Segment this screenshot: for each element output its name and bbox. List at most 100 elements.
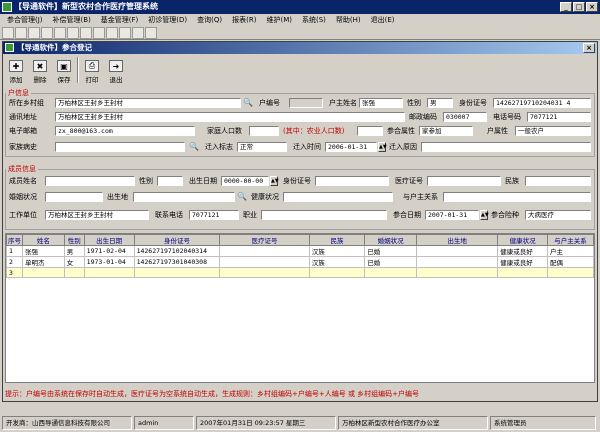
cell-marital[interactable]	[364, 267, 417, 278]
toolbar-icon-3[interactable]	[28, 27, 40, 39]
cell-relation[interactable]: 户主	[547, 245, 594, 257]
cell-name[interactable]: 单明杰	[21, 256, 65, 268]
join-date-field[interactable]: 2007-01-31	[425, 210, 479, 220]
exit-button[interactable]: ➜ 退出	[105, 56, 127, 84]
toolbar-icon-12[interactable]	[145, 27, 157, 39]
delete-button[interactable]: ✖ 删除	[29, 56, 51, 84]
toolbar-icon-1[interactable]	[2, 27, 14, 39]
help-icon[interactable]	[119, 27, 131, 39]
cell-birthplace[interactable]	[415, 245, 499, 257]
cell-sex[interactable]	[63, 267, 85, 278]
family-history-field[interactable]	[55, 142, 185, 152]
tel-field[interactable]: 7077121	[527, 112, 591, 122]
cell-nation[interactable]: 汉族	[308, 245, 366, 257]
menu-item-exit[interactable]: 退出(E)	[366, 14, 400, 26]
cell-health[interactable]: 健康或良好	[497, 256, 549, 268]
zip-field[interactable]: 030007	[443, 112, 487, 122]
join-date-spinner[interactable]: ▲▼	[480, 210, 489, 220]
health-field[interactable]	[283, 192, 393, 202]
cell-health[interactable]: 健康或良好	[497, 245, 549, 257]
village-field[interactable]: 万柏林区王封乡王封村	[55, 98, 241, 108]
work-unit-field[interactable]: 万柏林区王封乡王封村	[45, 210, 149, 220]
birth-spinner[interactable]: ▲▼	[270, 176, 279, 186]
cell-birthplace[interactable]	[415, 267, 499, 278]
cell-med[interactable]	[219, 245, 310, 257]
cell-med[interactable]	[219, 267, 310, 278]
save-button[interactable]: ▣ 保存	[53, 56, 75, 84]
cell-nation[interactable]: 汉族	[308, 256, 366, 268]
cell-marital[interactable]: 已婚	[364, 256, 417, 268]
add-button[interactable]: ✚ 添加	[5, 56, 27, 84]
marital-field[interactable]	[45, 192, 103, 202]
phone-field[interactable]: 7077121	[189, 210, 239, 220]
toolbar-icon-7[interactable]	[80, 27, 92, 39]
cell-birth[interactable]: 1973-01-04	[83, 256, 135, 268]
col-header-sex[interactable]: 性别	[63, 234, 85, 246]
col-header-nation[interactable]: 民族	[308, 234, 366, 246]
head-id-field[interactable]: 14262719710204031 4	[493, 98, 591, 108]
birthplace-field[interactable]	[133, 192, 235, 202]
cell-sex[interactable]: 女	[63, 256, 85, 268]
table-row[interactable]: 1 张强 男 1971-02-04 142627197102040314 汉族 …	[6, 245, 594, 257]
cell-seq[interactable]: 2	[6, 256, 23, 268]
col-header-id[interactable]: 身份证号	[133, 234, 221, 246]
col-header-seq[interactable]: 序号	[6, 234, 23, 246]
cell-relation[interactable]: 配偶	[547, 256, 594, 268]
join-type-field[interactable]: 家参加	[419, 126, 473, 136]
col-header-relation[interactable]: 与户主关系	[547, 234, 594, 246]
cell-seq[interactable]: 3	[6, 267, 23, 278]
toolbar-icon-6[interactable]	[67, 27, 79, 39]
toolbar-icon-9[interactable]	[106, 27, 118, 39]
menu-item-help[interactable]: 帮助(H)	[331, 14, 366, 26]
in-time-field[interactable]: 2006-01-31	[325, 142, 377, 152]
cell-id[interactable]	[133, 267, 221, 278]
head-name-field[interactable]: 张强	[359, 98, 403, 108]
member-sex-field[interactable]	[157, 176, 183, 186]
member-birth-field[interactable]: 0000-00-00	[221, 176, 269, 186]
menu-item-enrollment[interactable]: 参合管理(J)	[2, 14, 48, 26]
cell-id[interactable]: 142627197301040308	[133, 256, 221, 268]
village-search-icon[interactable]: 🔍	[243, 98, 253, 108]
cell-name[interactable]	[21, 267, 65, 278]
join-insurance-field[interactable]: 大病医疗	[525, 210, 591, 220]
cell-birth[interactable]	[83, 267, 135, 278]
history-search-icon[interactable]: 🔍	[189, 142, 199, 152]
cell-seq[interactable]: 1	[6, 245, 23, 257]
cell-marital[interactable]: 已婚	[364, 245, 417, 257]
toolbar-icon-11[interactable]	[132, 27, 144, 39]
col-header-name[interactable]: 姓名	[21, 234, 65, 246]
close-icon[interactable]: ×	[586, 2, 598, 12]
member-nation-field[interactable]	[525, 176, 591, 186]
menu-item-system[interactable]: 系统(S)	[297, 14, 331, 26]
col-header-birth[interactable]: 出生日期	[83, 234, 135, 246]
in-flag-field[interactable]: 正常	[237, 142, 287, 152]
col-header-med[interactable]: 医疗证号	[219, 234, 310, 246]
hh-no-field[interactable]	[289, 98, 323, 108]
maximize-icon[interactable]: □	[573, 2, 585, 12]
hh-attr-field[interactable]: 一般农户	[515, 126, 591, 136]
toolbar-icon-2[interactable]	[15, 27, 27, 39]
head-sex-field[interactable]: 男	[427, 98, 453, 108]
cell-sex[interactable]: 男	[63, 245, 85, 257]
member-grid[interactable]: 序号 姓名 性别 出生日期 身份证号 医疗证号 民族 婚姻状况 出生地 健康状况…	[5, 233, 595, 383]
email-field[interactable]: zx_800@163.com	[55, 126, 195, 136]
agri-count-field[interactable]	[357, 126, 383, 136]
menu-item-reports[interactable]: 报表(R)	[227, 14, 261, 26]
in-time-spinner[interactable]: ▲▼	[378, 142, 387, 152]
table-row[interactable]: 3	[6, 267, 594, 278]
menu-item-compensation[interactable]: 补偿管理(B)	[48, 14, 96, 26]
toolbar-icon-4[interactable]	[41, 27, 53, 39]
cell-relation[interactable]	[547, 267, 594, 278]
cell-birth[interactable]: 1971-02-04	[83, 245, 135, 257]
birthplace-search-icon[interactable]: 🔍	[237, 192, 247, 202]
address-field[interactable]: 万柏林区王封乡王封村	[55, 112, 405, 122]
toolbar-icon-8[interactable]	[93, 27, 105, 39]
col-header-birthplace[interactable]: 出生地	[415, 234, 499, 246]
menu-item-maintenance[interactable]: 维护(M)	[261, 14, 297, 26]
print-button[interactable]: ⎙ 打印	[81, 56, 103, 84]
table-row[interactable]: 2 单明杰 女 1973-01-04 142627197301040308 汉族…	[6, 256, 594, 268]
in-reason-field[interactable]	[421, 142, 591, 152]
cell-med[interactable]	[219, 256, 310, 268]
member-med-field[interactable]	[427, 176, 501, 186]
cell-id[interactable]: 142627197102040314	[133, 245, 221, 257]
